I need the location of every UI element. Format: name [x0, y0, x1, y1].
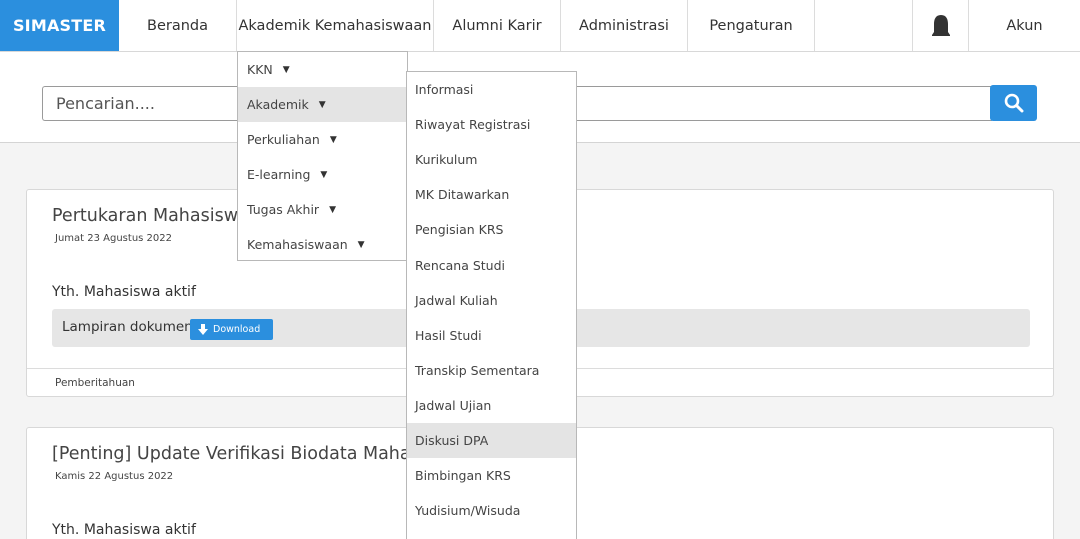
submenu-item-label: Akademik: [247, 97, 309, 112]
submenu-item-label: E-learning: [247, 167, 311, 182]
nav-alumni-karir[interactable]: Alumni Karir: [434, 0, 561, 51]
card-greeting: Yth. Mahasiswa aktif: [52, 284, 196, 300]
caret-down-icon: ▼: [357, 239, 365, 250]
caret-down-icon: ▼: [282, 64, 290, 75]
nav-administrasi[interactable]: Administrasi: [561, 0, 688, 51]
card-date: Kamis 22 Agustus 2022: [55, 471, 174, 482]
caret-down-icon: ▼: [329, 134, 337, 145]
menu-item-riwayat-registrasi[interactable]: Riwayat Registrasi: [407, 107, 576, 142]
menu-item-pengisian-krs[interactable]: Pengisian KRS: [407, 212, 576, 247]
nav-akademik-kemahasiswaan[interactable]: Akademik Kemahasiswaan: [237, 0, 434, 51]
submenu-item-e-learning[interactable]: E-learning ▼: [238, 157, 407, 192]
caret-down-icon: ▼: [320, 169, 328, 180]
menu-item-diskusi-dpa[interactable]: Diskusi DPA: [407, 422, 576, 459]
download-icon: [198, 323, 208, 335]
attachment-label: Lampiran dokumen:: [62, 319, 198, 335]
card-date: Jumat 23 Agustus 2022: [55, 233, 172, 244]
menu-item-jadwal-ujian[interactable]: Jadwal Ujian: [407, 388, 576, 423]
search-button[interactable]: [990, 85, 1037, 121]
bell-icon: [931, 14, 950, 36]
menu-item-informasi[interactable]: Informasi: [407, 72, 576, 107]
download-label: Download: [213, 324, 261, 335]
menu-item-yudisium-wisuda[interactable]: Yudisium/Wisuda: [407, 493, 576, 528]
top-navbar: SIMASTER Beranda Akademik Kemahasiswaan …: [0, 0, 1080, 52]
submenu-item-label: Tugas Akhir: [247, 202, 320, 217]
menu-item-mk-ditawarkan[interactable]: MK Ditawarkan: [407, 177, 576, 212]
submenu-item-tugas-akhir[interactable]: Tugas Akhir ▼: [238, 192, 407, 227]
submenu-item-kemahasiswaan[interactable]: Kemahasiswaan ▼: [238, 227, 407, 262]
nav-spacer: [815, 0, 913, 51]
card-title[interactable]: [Penting] Update Verifikasi Biodata Maha…: [52, 444, 459, 464]
menu-item-transkip-sementara[interactable]: Transkip Sementara: [407, 353, 576, 388]
menu-item-bimbingan-krs[interactable]: Bimbingan KRS: [407, 458, 576, 493]
notification-button[interactable]: [913, 0, 969, 51]
search-icon: [1004, 93, 1023, 113]
submenu-item-label: Perkuliahan: [247, 132, 320, 147]
nav-pengaturan[interactable]: Pengaturan: [688, 0, 815, 51]
submenu-item-akademik[interactable]: Akademik ▼: [238, 87, 407, 122]
card-title[interactable]: Pertukaran Mahasiswa: [52, 206, 249, 226]
page: SIMASTER Beranda Akademik Kemahasiswaan …: [0, 0, 1080, 539]
submenu-item-label: Kemahasiswaan: [247, 237, 348, 252]
submenu-item-label: KKN: [247, 62, 273, 77]
download-button[interactable]: Download: [190, 319, 273, 340]
submenu-akademik-kemahasiswaan: KKN ▼ Akademik ▼ Perkuliahan ▼ E-learnin…: [237, 51, 408, 261]
submenu-item-kkn[interactable]: KKN ▼: [238, 52, 407, 87]
submenu-item-perkuliahan[interactable]: Perkuliahan ▼: [238, 122, 407, 157]
menu-item-data-mahasiswa[interactable]: Data Mahasiswa: [407, 528, 576, 539]
brand-logo[interactable]: SIMASTER: [0, 0, 119, 51]
menu-item-rencana-studi[interactable]: Rencana Studi: [407, 247, 576, 282]
caret-down-icon: ▼: [318, 99, 326, 110]
submenu-akademik: Informasi Riwayat Registrasi Kurikulum M…: [406, 71, 577, 539]
caret-down-icon: ▼: [329, 204, 336, 215]
menu-item-jadwal-kuliah[interactable]: Jadwal Kuliah: [407, 283, 576, 318]
nav-beranda[interactable]: Beranda: [119, 0, 237, 51]
card-greeting: Yth. Mahasiswa aktif: [52, 522, 196, 538]
menu-item-kurikulum[interactable]: Kurikulum: [407, 142, 576, 177]
nav-akun[interactable]: Akun: [969, 0, 1080, 51]
menu-item-hasil-studi[interactable]: Hasil Studi: [407, 318, 576, 353]
